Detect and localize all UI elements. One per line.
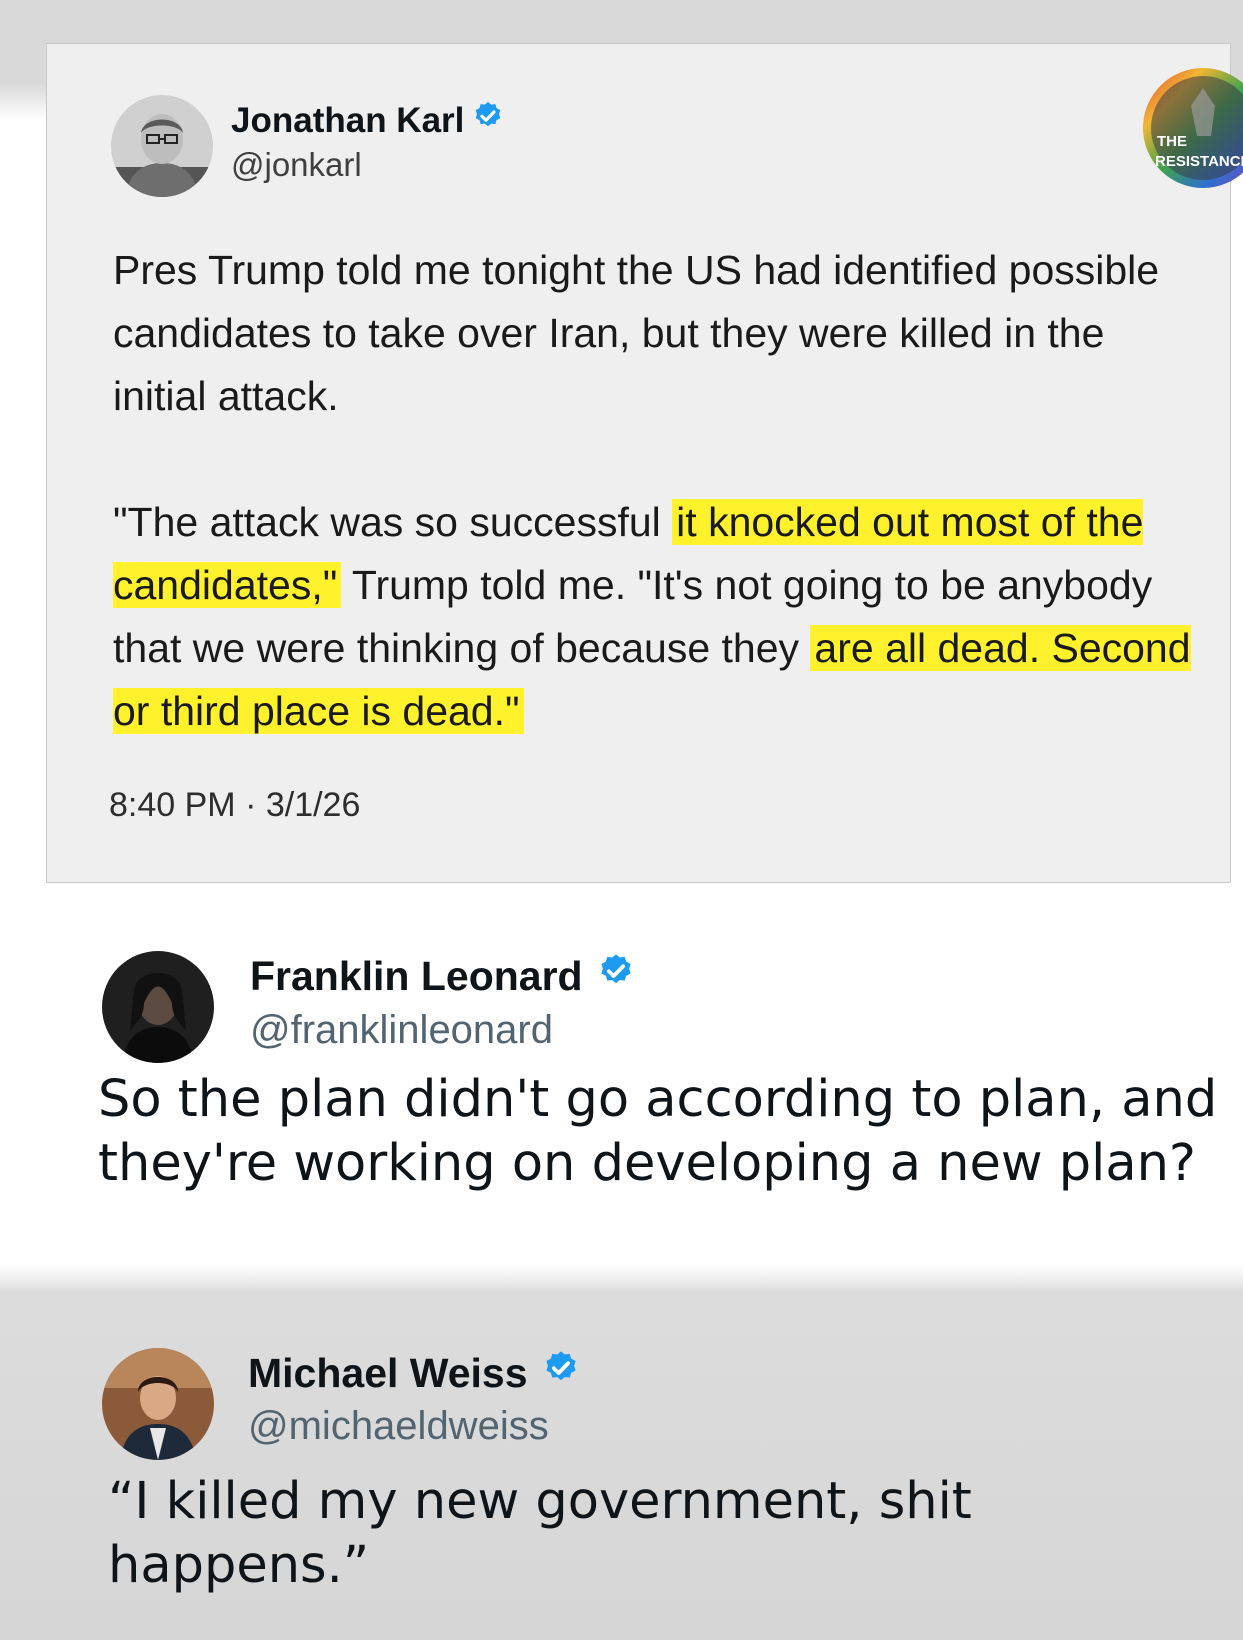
avatar-franklin-leonard[interactable] <box>102 951 214 1063</box>
author-name-text[interactable]: Michael Weiss <box>248 1350 528 1397</box>
author-name-text[interactable]: Franklin Leonard <box>250 953 583 1000</box>
tweet-paragraph-2: "The attack was so successful it knocked… <box>113 491 1203 743</box>
author-name-text[interactable]: Jonathan Karl <box>231 101 464 141</box>
quote-text: "The attack was so successful <box>113 499 673 545</box>
author-handle[interactable]: @michaeldweiss <box>248 1404 549 1449</box>
tweet-body: So the plan didn't go according to plan,… <box>98 1070 1218 1193</box>
svg-text:RESISTANCE: RESISTANCE <box>1155 153 1243 170</box>
svg-text:THE: THE <box>1157 133 1187 150</box>
resistance-logo: THE RESISTANCE <box>1141 66 1243 195</box>
author-handle[interactable]: @franklinleonard <box>250 1008 553 1053</box>
tweet-timestamp[interactable]: 8:40 PM · 3/1/26 <box>109 786 360 825</box>
avatar-michael-weiss[interactable] <box>102 1348 214 1460</box>
tweet-body: Pres Trump told me tonight the US had id… <box>113 239 1203 743</box>
tweet-card-jonathan-karl[interactable]: Jonathan Karl @jonkarl Pres Trump told m… <box>46 43 1243 883</box>
tweet-paragraph-1: Pres Trump told me tonight the US had id… <box>113 247 1160 419</box>
author-name[interactable]: Franklin Leonard <box>250 952 635 1000</box>
author-name[interactable]: Jonathan Karl <box>231 100 504 141</box>
avatar-jonathan-karl[interactable] <box>111 95 213 197</box>
verified-badge-icon <box>542 1349 580 1397</box>
verified-badge-icon <box>472 100 504 141</box>
tweet-body: “I killed my new government, shit happen… <box>108 1472 972 1595</box>
author-handle[interactable]: @jonkarl <box>231 146 362 184</box>
author-name[interactable]: Michael Weiss <box>248 1349 580 1397</box>
verified-badge-icon <box>597 952 635 1000</box>
